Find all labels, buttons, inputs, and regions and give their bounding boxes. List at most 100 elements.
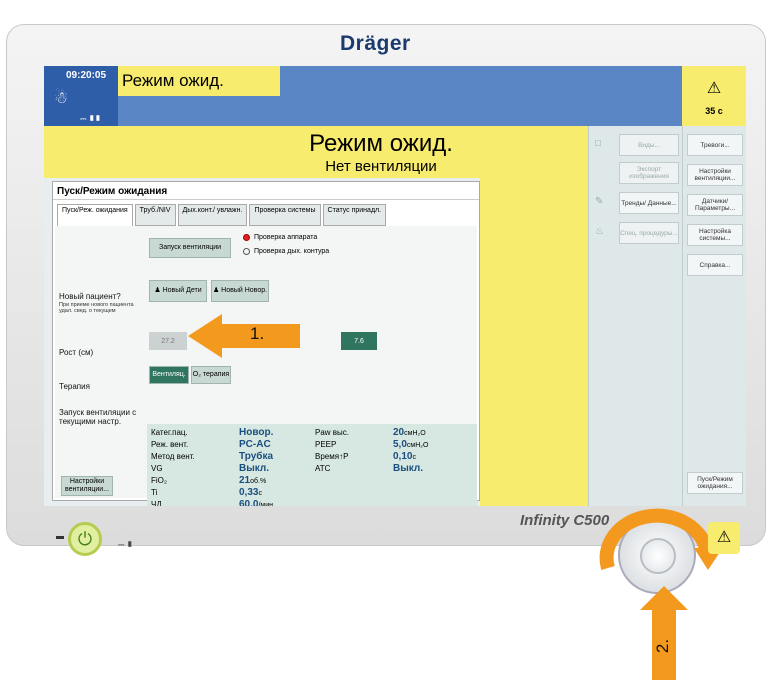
header-bar: 09:20:05 ☃ ⎓ ▮▮ Режим ожид. ⚠ 35 c: [44, 66, 746, 126]
new-neonate-button[interactable]: ♟ Новый Новор.: [211, 280, 269, 302]
param-name: Метод вент.: [151, 452, 195, 461]
o2-therapy-button[interactable]: O₂ терапия: [191, 366, 231, 384]
dialog-tabs: Пуск/Реж. ожидания Труб./NIV Дых.конт./ …: [57, 204, 387, 226]
dialog-content: Запуск вентиляции Проверка аппарата Пров…: [55, 226, 477, 506]
screen: 09:20:05 ☃ ⎓ ▮▮ Режим ожид. ⚠ 35 c Режим…: [44, 66, 746, 506]
param-value-number: 0,10: [393, 451, 413, 462]
param-value: 60,0/мин: [239, 499, 273, 506]
neonate-icon: ☃: [54, 90, 69, 107]
circuit-check-radio[interactable]: Проверка дых. контура: [243, 248, 329, 255]
param-unit: /мин: [258, 502, 274, 506]
step2-arrow: [640, 586, 688, 680]
param-value-number: 21: [239, 475, 251, 486]
mains-battery-icons: ⎓ ▮: [118, 540, 133, 549]
standby-banner: Режим ожид. Нет вентиляции: [44, 126, 588, 178]
tab-accessory-status[interactable]: Статус принадл.: [322, 204, 387, 226]
yellow-area: [480, 178, 588, 506]
height-extra-value[interactable]: 7.6: [341, 332, 377, 350]
param-value-number: 0,33: [239, 487, 259, 498]
param-name: PEEP: [315, 440, 337, 449]
trends-data-button[interactable]: Тренды/ Данные...: [619, 192, 679, 214]
vent-settings-button[interactable]: Настройки вентиляции...: [687, 164, 743, 186]
height-value[interactable]: 27.2: [149, 332, 187, 350]
battery-icon: ⎓ ▮▮: [80, 114, 101, 123]
new-child-button[interactable]: ♟ Новый Дети: [149, 280, 207, 302]
param-value: Новор.: [239, 427, 273, 438]
param-value: 5,0смH₂O: [393, 439, 428, 450]
param-unit: смH₂O: [404, 430, 426, 437]
param-value: 21об.%: [239, 475, 266, 486]
param-name: ЧД: [151, 500, 162, 506]
neonate-btn-icon: ♟: [212, 287, 222, 294]
new-neonate-label: Новый Новор.: [221, 287, 268, 294]
param-name: FiO₂: [151, 476, 167, 485]
step2-label: 2.: [653, 638, 673, 654]
banner-subtitle: Нет вентиляции: [325, 158, 437, 175]
param-value: 0,33c: [239, 487, 262, 498]
brand-logo: Dräger: [340, 32, 411, 55]
start-current-label: Запуск вентиляции с текущими настр.: [59, 408, 137, 426]
param-value: Выкл.: [239, 463, 269, 474]
status-empty-dot: [243, 248, 250, 255]
system-setup-button[interactable]: Настройка системы...: [687, 224, 743, 246]
param-name: VG: [151, 464, 163, 473]
alarms-button[interactable]: Тревоги...: [687, 134, 743, 156]
param-value-number: PC-AC: [239, 439, 271, 450]
param-value: PC-AC: [239, 439, 271, 450]
param-value-number: Новор.: [239, 427, 274, 438]
param-value-number: Выкл.: [239, 463, 270, 474]
param-name: ATC: [315, 464, 331, 473]
tab-system-check[interactable]: Проверка системы: [249, 204, 321, 226]
param-value-number: 5,0: [393, 439, 407, 450]
special-procedures-button[interactable]: Спец. процедуры...: [619, 222, 679, 244]
tab-breathing-circuit[interactable]: Дых.конт./ увлажн.: [177, 204, 248, 226]
step1-label: 1.: [250, 324, 265, 343]
standby-menu-button[interactable]: Пуск/Режим ожидания...: [687, 472, 743, 494]
alarm-silence-box[interactable]: ⚠ 35 c: [682, 66, 746, 126]
bell-muted-icon: ⚠: [706, 80, 722, 97]
new-patient-note: При приеме нового пациента удал. свед. о…: [59, 302, 134, 314]
sensors-parameters-button[interactable]: Датчики/ Параметры...: [687, 194, 743, 216]
param-name: Paw выс.: [315, 428, 350, 437]
param-unit: смH₂O: [406, 442, 429, 449]
new-child-label: Новый Дети: [162, 287, 202, 294]
power-button[interactable]: ⏻: [68, 522, 102, 556]
ventilation-settings-button[interactable]: Настройки вентиляции...: [61, 476, 113, 496]
views-icon: □: [595, 138, 602, 149]
param-name: Ti: [151, 488, 158, 497]
current-settings-panel: Катег.пац. Новор. Реж. вент. PC-AC Метод вен…: [147, 424, 477, 506]
height-label: Рост (см): [59, 348, 94, 357]
device-check-radio[interactable]: Проверка аппарата: [243, 234, 317, 241]
alarm-countdown: 35 c: [705, 106, 723, 116]
param-name: Реж. вент.: [151, 440, 189, 449]
patient-panel[interactable]: 09:20:05 ☃ ⎓ ▮▮: [44, 66, 118, 126]
new-patient-label: Новый пациент?: [59, 292, 121, 301]
help-button[interactable]: Справка...: [687, 254, 743, 276]
banner-title: Режим ожид.: [309, 130, 453, 157]
param-value-number: Выкл.: [393, 463, 424, 474]
tab-tube-niv[interactable]: Труб./NIV: [134, 204, 176, 226]
param-value-number: 60,0: [239, 499, 259, 506]
param-name: Катег.пац.: [151, 428, 188, 437]
status-red-dot: [243, 234, 250, 241]
side-menu-right: Тревоги... Настройки вентиляции... Датчи…: [682, 126, 746, 506]
param-value: Трубка: [239, 451, 273, 462]
ventilation-therapy-button[interactable]: Вентиляц.: [149, 366, 189, 384]
circuit-check-label: Проверка дых. контура: [254, 248, 330, 255]
export-image-button[interactable]: Экспорт изображения: [619, 162, 679, 184]
side-menu-left: □ Виды... Экспорт изображения ✎ Тренды/ …: [588, 126, 682, 506]
step1-arrow: [188, 314, 300, 358]
rotate-arrow-icon: [599, 508, 724, 570]
param-unit: c: [258, 490, 262, 497]
views-button[interactable]: Виды...: [619, 134, 679, 156]
power-led: [56, 536, 64, 539]
tab-standby[interactable]: Пуск/Реж. ожидания: [57, 204, 133, 226]
header-status: Режим ожид.: [118, 66, 280, 96]
param-value-number: Трубка: [239, 451, 274, 462]
clock: 09:20:05: [66, 70, 107, 81]
start-ventilation-button[interactable]: Запуск вентиляции: [149, 238, 231, 258]
param-value: 0,10c: [393, 451, 416, 462]
param-value-number: 20: [393, 427, 405, 438]
special-procedures-icon: ♨: [595, 226, 604, 237]
alarm-mute-button[interactable]: ⚠: [708, 522, 740, 554]
